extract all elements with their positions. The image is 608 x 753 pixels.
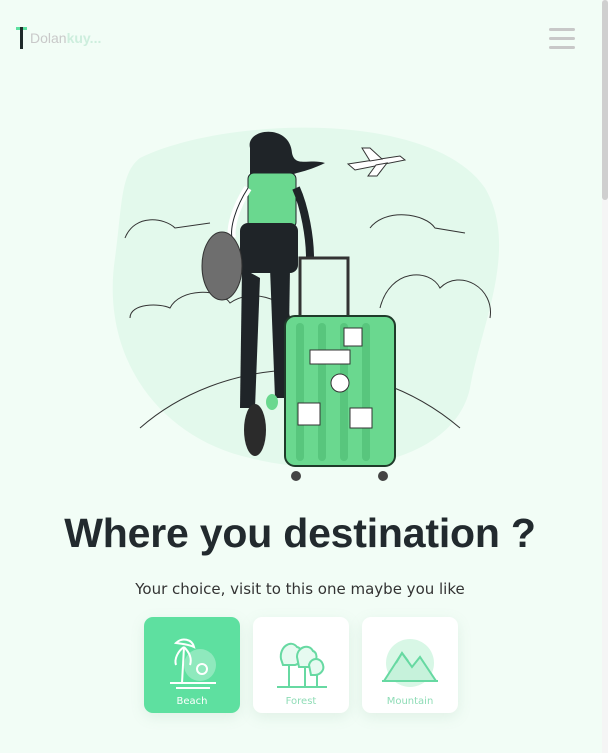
category-card-forest[interactable]: Forest — [253, 617, 349, 713]
page-subtitle: Your choice, visit to this one maybe you… — [135, 580, 465, 598]
logo-text-primary: Dolan — [30, 30, 67, 46]
header: Dolankuy... — [0, 0, 600, 80]
trees-icon — [277, 642, 327, 688]
logo-text-secondary: kuy... — [66, 30, 102, 46]
category-label: Mountain — [386, 696, 434, 707]
hero-illustration — [112, 127, 500, 481]
logo[interactable]: Dolankuy... — [16, 24, 101, 52]
palm-tree-icon — [170, 638, 216, 689]
category-label: Forest — [285, 696, 317, 707]
page-title: Where you destination ? — [64, 510, 536, 556]
scrollbar-thumb[interactable] — [602, 0, 608, 200]
category-card-mountain[interactable]: Mountain — [362, 617, 458, 713]
mountain-icon — [382, 639, 438, 687]
scrollbar[interactable] — [602, 0, 608, 753]
logo-mark-icon — [16, 27, 27, 49]
logo-text: Dolankuy... — [30, 30, 101, 46]
category-label: Beach — [176, 696, 208, 707]
category-card-beach[interactable]: Beach — [144, 617, 240, 713]
category-list: Beach Forest Mountain — [144, 617, 458, 713]
hamburger-menu-icon[interactable] — [549, 28, 575, 49]
